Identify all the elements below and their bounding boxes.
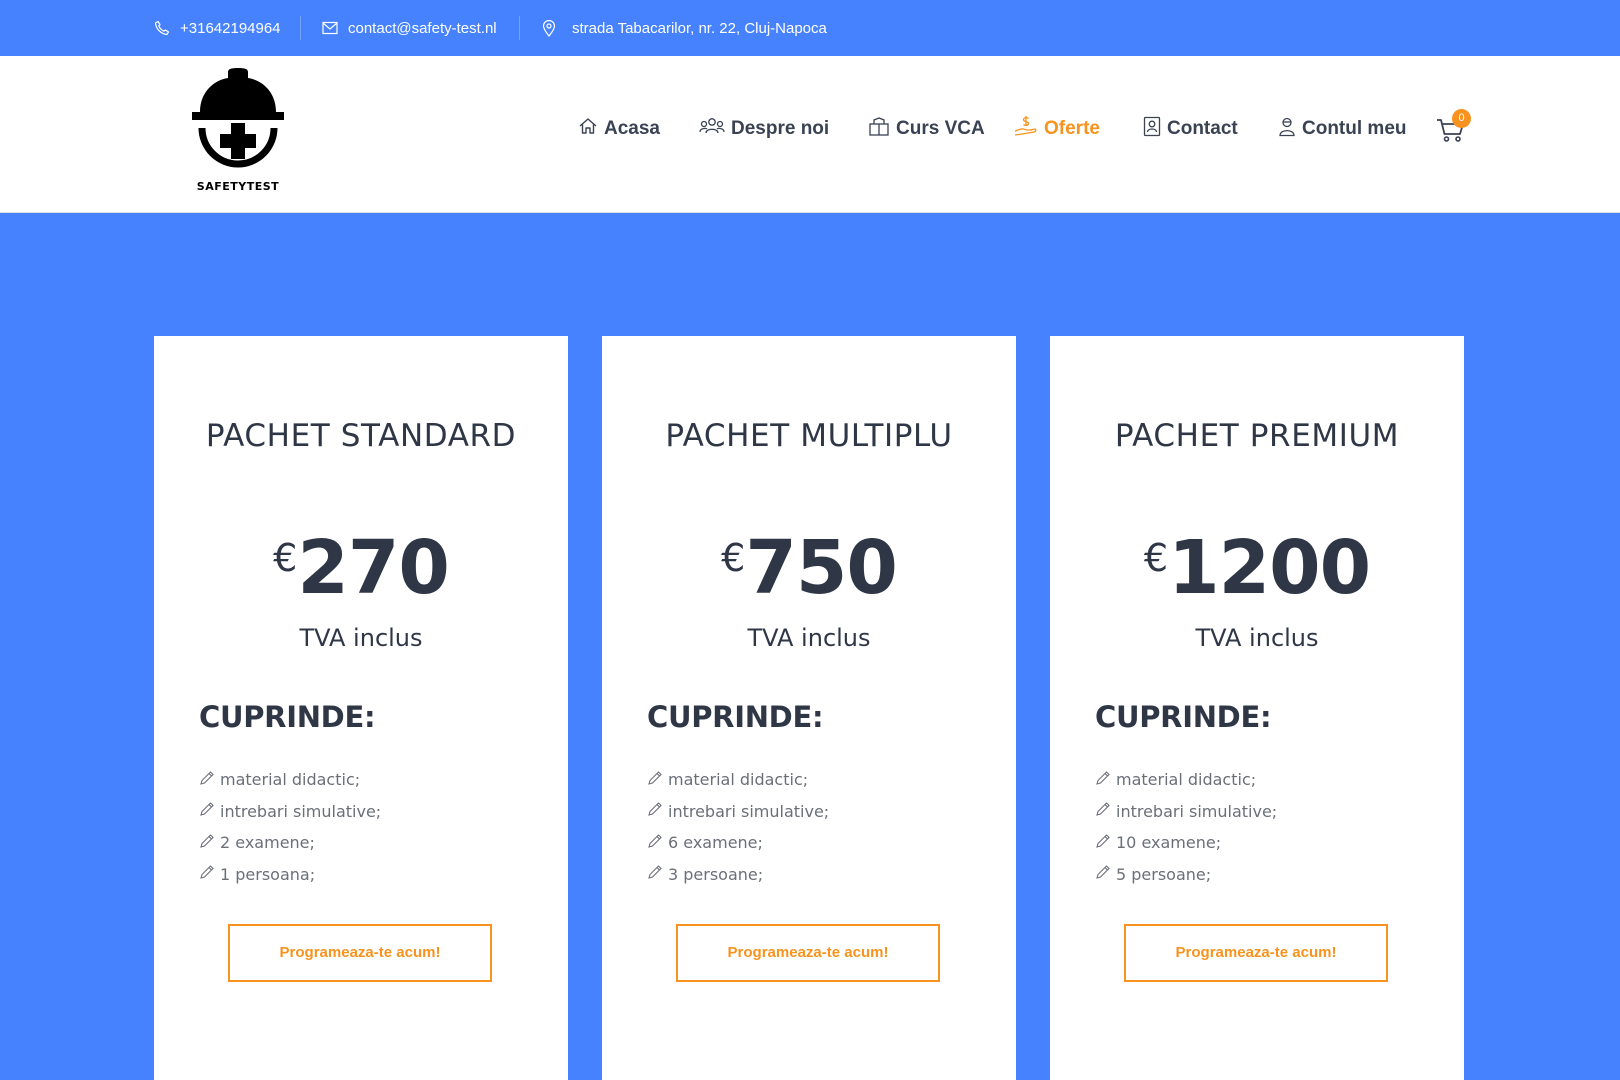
nav-acasa-label: Acasa	[604, 118, 660, 139]
feature-item: intrebari simulative;	[1095, 796, 1277, 828]
users-icon	[699, 116, 725, 142]
feature-item: material didactic;	[1095, 764, 1277, 796]
currency-symbol: €	[1143, 536, 1169, 580]
pencil-icon	[1095, 833, 1111, 853]
address-text: strada Tabacarilor, nr. 22, Cluj-Napoca	[572, 19, 827, 37]
currency-symbol: €	[273, 536, 298, 580]
site-logo[interactable]: SAFETYTEST	[188, 68, 288, 196]
book-now-button[interactable]: Programeaza-te acum!	[676, 924, 940, 982]
nav-despre-noi[interactable]: Despre noi	[699, 114, 829, 144]
package-price: €270	[154, 528, 568, 608]
feature-item: intrebari simulative;	[647, 796, 829, 828]
pricing-card-premium: PACHET PREMIUM €1200 TVA inclus CUPRINDE…	[1050, 336, 1464, 1080]
contact-card-icon	[1143, 116, 1161, 143]
feature-item: 3 persoane;	[647, 859, 829, 891]
pencil-icon	[199, 864, 215, 884]
phone-number: +31642194964	[180, 19, 281, 37]
email-contact[interactable]: contact@safety-test.nl	[322, 0, 497, 56]
top-contact-bar: +31642194964 contact@safety-test.nl stra…	[0, 0, 1620, 56]
nav-contact[interactable]: Contact	[1143, 114, 1238, 144]
vat-note: TVA inclus	[1195, 624, 1319, 652]
pencil-icon	[1095, 770, 1111, 790]
pricing-card-multiplu: PACHET MULTIPLU €750 TVA inclus CUPRINDE…	[602, 336, 1016, 1080]
nav-contul-meu[interactable]: Contul meu	[1278, 114, 1407, 144]
nav-curs-vca[interactable]: Curs VCA	[868, 114, 985, 144]
feature-item: intrebari simulative;	[199, 796, 381, 828]
pencil-icon	[199, 770, 215, 790]
package-title: PACHET MULTIPLU	[665, 418, 953, 454]
logo-wordmark: SAFETYTEST	[196, 180, 280, 193]
nav-contact-label: Contact	[1167, 118, 1238, 139]
book-now-button[interactable]: Programeaza-te acum!	[228, 924, 492, 982]
box-icon	[868, 116, 890, 142]
includes-heading: CUPRINDE:	[1095, 700, 1272, 734]
pencil-icon	[647, 770, 663, 790]
pencil-icon	[647, 801, 663, 821]
nav-acasa[interactable]: Acasa	[578, 114, 660, 144]
user-icon	[1278, 116, 1296, 143]
feature-list: material didactic; intrebari simulative;…	[199, 764, 381, 890]
feature-item: 6 examene;	[647, 827, 829, 859]
nav-despre-noi-label: Despre noi	[731, 118, 830, 139]
includes-heading: CUPRINDE:	[647, 700, 824, 734]
price-amount: 750	[745, 525, 897, 611]
feature-list: material didactic; intrebari simulative;…	[647, 764, 829, 890]
feature-item: 1 persoana;	[199, 859, 381, 891]
vat-note: TVA inclus	[299, 624, 423, 652]
feature-item: 10 examene;	[1095, 827, 1277, 859]
feature-item: material didactic;	[647, 764, 829, 796]
home-icon	[578, 116, 598, 142]
pencil-icon	[1095, 864, 1111, 884]
package-price: €1200	[1050, 528, 1464, 608]
nav-oferte-label: Oferte	[1044, 118, 1100, 139]
currency-symbol: €	[721, 536, 746, 580]
pencil-icon	[199, 801, 215, 821]
includes-heading: CUPRINDE:	[199, 700, 376, 734]
phone-icon	[154, 20, 170, 36]
pencil-icon	[647, 833, 663, 853]
email-address: contact@safety-test.nl	[348, 19, 497, 37]
hardhat-logo-icon	[192, 68, 284, 168]
envelope-icon	[322, 21, 338, 35]
pencil-icon	[199, 833, 215, 853]
book-now-button[interactable]: Programeaza-te acum!	[1124, 924, 1388, 982]
feature-item: 5 persoane;	[1095, 859, 1277, 891]
nav-contul-meu-label: Contul meu	[1302, 118, 1407, 139]
nav-curs-vca-label: Curs VCA	[896, 118, 985, 139]
feature-item: 2 examene;	[199, 827, 381, 859]
pencil-icon	[647, 864, 663, 884]
address-contact: strada Tabacarilor, nr. 22, Cluj-Napoca	[542, 0, 827, 56]
divider	[519, 16, 520, 40]
map-pin-icon	[542, 19, 556, 37]
nav-oferte[interactable]: Oferte	[1014, 114, 1100, 144]
price-amount: 1200	[1168, 525, 1371, 611]
pricing-card-standard: PACHET STANDARD €270 TVA inclus CUPRINDE…	[154, 336, 568, 1080]
hand-money-icon	[1014, 115, 1038, 143]
site-header: SAFETYTEST Acasa Despre noi Curs VCA Ofe…	[0, 56, 1620, 213]
feature-item: material didactic;	[199, 764, 381, 796]
divider	[300, 16, 301, 40]
price-amount: 270	[297, 525, 449, 611]
feature-list: material didactic; intrebari simulative;…	[1095, 764, 1277, 890]
package-title: PACHET STANDARD	[205, 418, 517, 454]
vat-note: TVA inclus	[747, 624, 871, 652]
package-price: €750	[602, 528, 1016, 608]
cart-count-badge: 0	[1452, 109, 1471, 128]
package-title: PACHET PREMIUM	[1114, 418, 1400, 454]
pencil-icon	[1095, 801, 1111, 821]
phone-contact[interactable]: +31642194964	[154, 0, 281, 56]
